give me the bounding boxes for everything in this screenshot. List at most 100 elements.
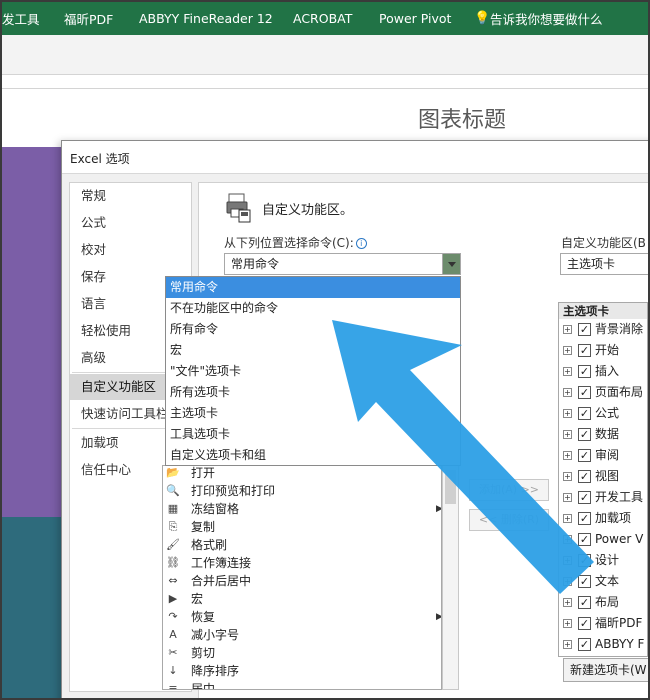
tree-header: 主选项卡: [559, 303, 647, 319]
command-item[interactable]: ✂ 剪切: [163, 644, 383, 662]
ribbon-tabs-tree[interactable]: 主选项卡 + ✓ 背景消除 + ✓ 开始 + ✓ 插入 + ✓ 页面布局 + ✓ 公式 + ✓ 数据 + ✓ 审阅 + ✓ 视…: [558, 302, 648, 657]
remove-button[interactable]: << 删除(R): [469, 509, 549, 531]
tree-item[interactable]: + ✓ 背景消除: [559, 319, 647, 340]
command-item[interactable]: A 减小字号: [163, 626, 383, 644]
formula-bar[interactable]: [2, 75, 648, 89]
tab-checkbox[interactable]: ✓: [578, 512, 591, 525]
tree-item-label: 文本: [595, 574, 620, 588]
nav-proofing[interactable]: 校对: [70, 237, 191, 263]
dropdown-option[interactable]: 工具选项卡: [166, 424, 460, 445]
expand-icon[interactable]: +: [563, 325, 572, 334]
tree-item[interactable]: + ✓ 数据: [559, 424, 647, 445]
dropdown-option[interactable]: 所有命令: [166, 319, 460, 340]
expand-icon[interactable]: +: [563, 598, 572, 607]
command-item[interactable]: 📂 打开: [163, 466, 383, 482]
expand-icon[interactable]: +: [563, 577, 572, 586]
tab-checkbox[interactable]: ✓: [578, 407, 591, 420]
expand-icon[interactable]: +: [563, 367, 572, 376]
expand-icon[interactable]: +: [563, 619, 572, 628]
command-item[interactable]: 🔍 打印预览和打印: [163, 482, 383, 500]
tree-item[interactable]: + ✓ 公式: [559, 403, 647, 424]
tree-item[interactable]: + ✓ 加载项: [559, 508, 647, 529]
ribbon-tab-acrobat[interactable]: ACROBAT: [293, 11, 379, 26]
tree-item[interactable]: + ✓ 审阅: [559, 445, 647, 466]
tab-checkbox[interactable]: ✓: [578, 365, 591, 378]
tree-item[interactable]: + ✓ ABBYY F: [559, 634, 647, 655]
expand-icon[interactable]: +: [563, 640, 572, 649]
command-label: 工作簿连接: [191, 556, 252, 570]
tab-checkbox[interactable]: ✓: [578, 344, 591, 357]
tab-checkbox[interactable]: ✓: [578, 449, 591, 462]
command-item[interactable]: ▶ 宏: [163, 590, 383, 608]
nav-general[interactable]: 常规: [70, 183, 191, 209]
ribbon-tab-foxit[interactable]: 福昕PDF: [64, 9, 139, 28]
tab-checkbox[interactable]: ✓: [578, 470, 591, 483]
expand-icon[interactable]: +: [563, 346, 572, 355]
scrollbar-thumb[interactable]: [445, 470, 456, 504]
command-item[interactable]: ⛓ 工作簿连接: [163, 554, 383, 572]
expand-icon[interactable]: +: [563, 556, 572, 565]
dropdown-option[interactable]: 宏: [166, 340, 460, 361]
nav-formulas[interactable]: 公式: [70, 210, 191, 236]
tab-checkbox[interactable]: ✓: [578, 638, 591, 651]
command-item[interactable]: ⎘ 复制: [163, 518, 383, 536]
expand-icon[interactable]: +: [563, 409, 572, 418]
tree-item[interactable]: + ✓ 页面布局: [559, 382, 647, 403]
dropdown-option[interactable]: 常用命令: [166, 277, 460, 298]
dropdown-option[interactable]: 所有选项卡: [166, 382, 460, 403]
tree-item[interactable]: + ✓ 布局: [559, 592, 647, 613]
dropdown-option[interactable]: 不在功能区中的命令: [166, 298, 460, 319]
command-label: 格式刷: [191, 538, 228, 552]
tree-item[interactable]: + ✓ Power V: [559, 529, 647, 550]
section-header: 自定义功能区。: [226, 193, 353, 223]
redo-icon: ↷: [168, 610, 178, 623]
expand-icon[interactable]: +: [563, 493, 572, 502]
tab-checkbox[interactable]: ✓: [578, 428, 591, 441]
command-item[interactable]: ↓ 降序排序: [163, 662, 383, 680]
commands-list[interactable]: 📂 打开 🔍 打印预览和打印 ▦ 冻结窗格 ▶ ⎘ 复制 🖌 格式刷 ⛓ 工作簿连接 ⇔ 合并后居中 ▶宏 ↷ 恢…: [162, 465, 442, 690]
new-tab-button[interactable]: 新建选项卡(W: [563, 658, 648, 682]
tab-checkbox[interactable]: ✓: [578, 533, 591, 546]
commands-list-scrollbar[interactable]: [442, 465, 459, 690]
add-button[interactable]: 添加(A) >>: [469, 479, 549, 501]
tree-item[interactable]: + ✓ 视图: [559, 466, 647, 487]
dropdown-option[interactable]: 主选项卡: [166, 403, 460, 424]
tab-checkbox[interactable]: ✓: [578, 491, 591, 504]
customize-ribbon-label: 自定义功能区(B: [561, 236, 646, 250]
tree-item[interactable]: + ✓ 开始: [559, 340, 647, 361]
tab-checkbox[interactable]: ✓: [578, 554, 591, 567]
ribbon-tab-power-pivot[interactable]: Power Pivot: [379, 11, 474, 26]
chevron-down-icon[interactable]: [442, 254, 460, 274]
tree-item[interactable]: + ✓ 开发工具: [559, 487, 647, 508]
expand-icon[interactable]: +: [563, 472, 572, 481]
expand-icon[interactable]: +: [563, 388, 572, 397]
tab-checkbox[interactable]: ✓: [578, 386, 591, 399]
chart-title[interactable]: 图表标题: [418, 102, 506, 134]
tree-item[interactable]: + ✓ 福昕PDF: [559, 613, 647, 634]
tab-checkbox[interactable]: ✓: [578, 575, 591, 588]
dropdown-option[interactable]: "文件"选项卡: [166, 361, 460, 382]
command-item[interactable]: ▦ 冻结窗格: [163, 500, 383, 518]
command-item[interactable]: ≡ 居中: [163, 680, 383, 689]
dialog-title: Excel 选项: [70, 152, 130, 166]
tab-checkbox[interactable]: ✓: [578, 596, 591, 609]
tree-item[interactable]: + ✓ 文本: [559, 571, 647, 592]
tell-me-box[interactable]: 告诉我你想要做什么: [490, 9, 603, 28]
command-label: 复制: [191, 520, 216, 534]
expand-icon[interactable]: +: [563, 430, 572, 439]
expand-icon[interactable]: +: [563, 535, 572, 544]
tree-item[interactable]: + ✓ 插入: [559, 361, 647, 382]
expand-icon[interactable]: +: [563, 514, 572, 523]
tab-checkbox[interactable]: ✓: [578, 323, 591, 336]
ribbon-tab-abbyy[interactable]: ABBYY FineReader 12: [139, 11, 293, 26]
command-item[interactable]: ↷ 恢复: [163, 608, 383, 626]
command-item[interactable]: ⇔ 合并后居中: [163, 572, 383, 590]
choose-commands-combo[interactable]: 常用命令: [224, 253, 461, 275]
customize-ribbon-combo[interactable]: 主选项卡: [560, 253, 648, 275]
command-item[interactable]: 🖌 格式刷: [163, 536, 383, 554]
expand-icon[interactable]: +: [563, 451, 572, 460]
tab-checkbox[interactable]: ✓: [578, 617, 591, 630]
ribbon-tab-developer[interactable]: 发工具: [2, 9, 64, 28]
dropdown-option[interactable]: 自定义选项卡和组: [166, 445, 460, 466]
tree-item[interactable]: + ✓ 设计: [559, 550, 647, 571]
